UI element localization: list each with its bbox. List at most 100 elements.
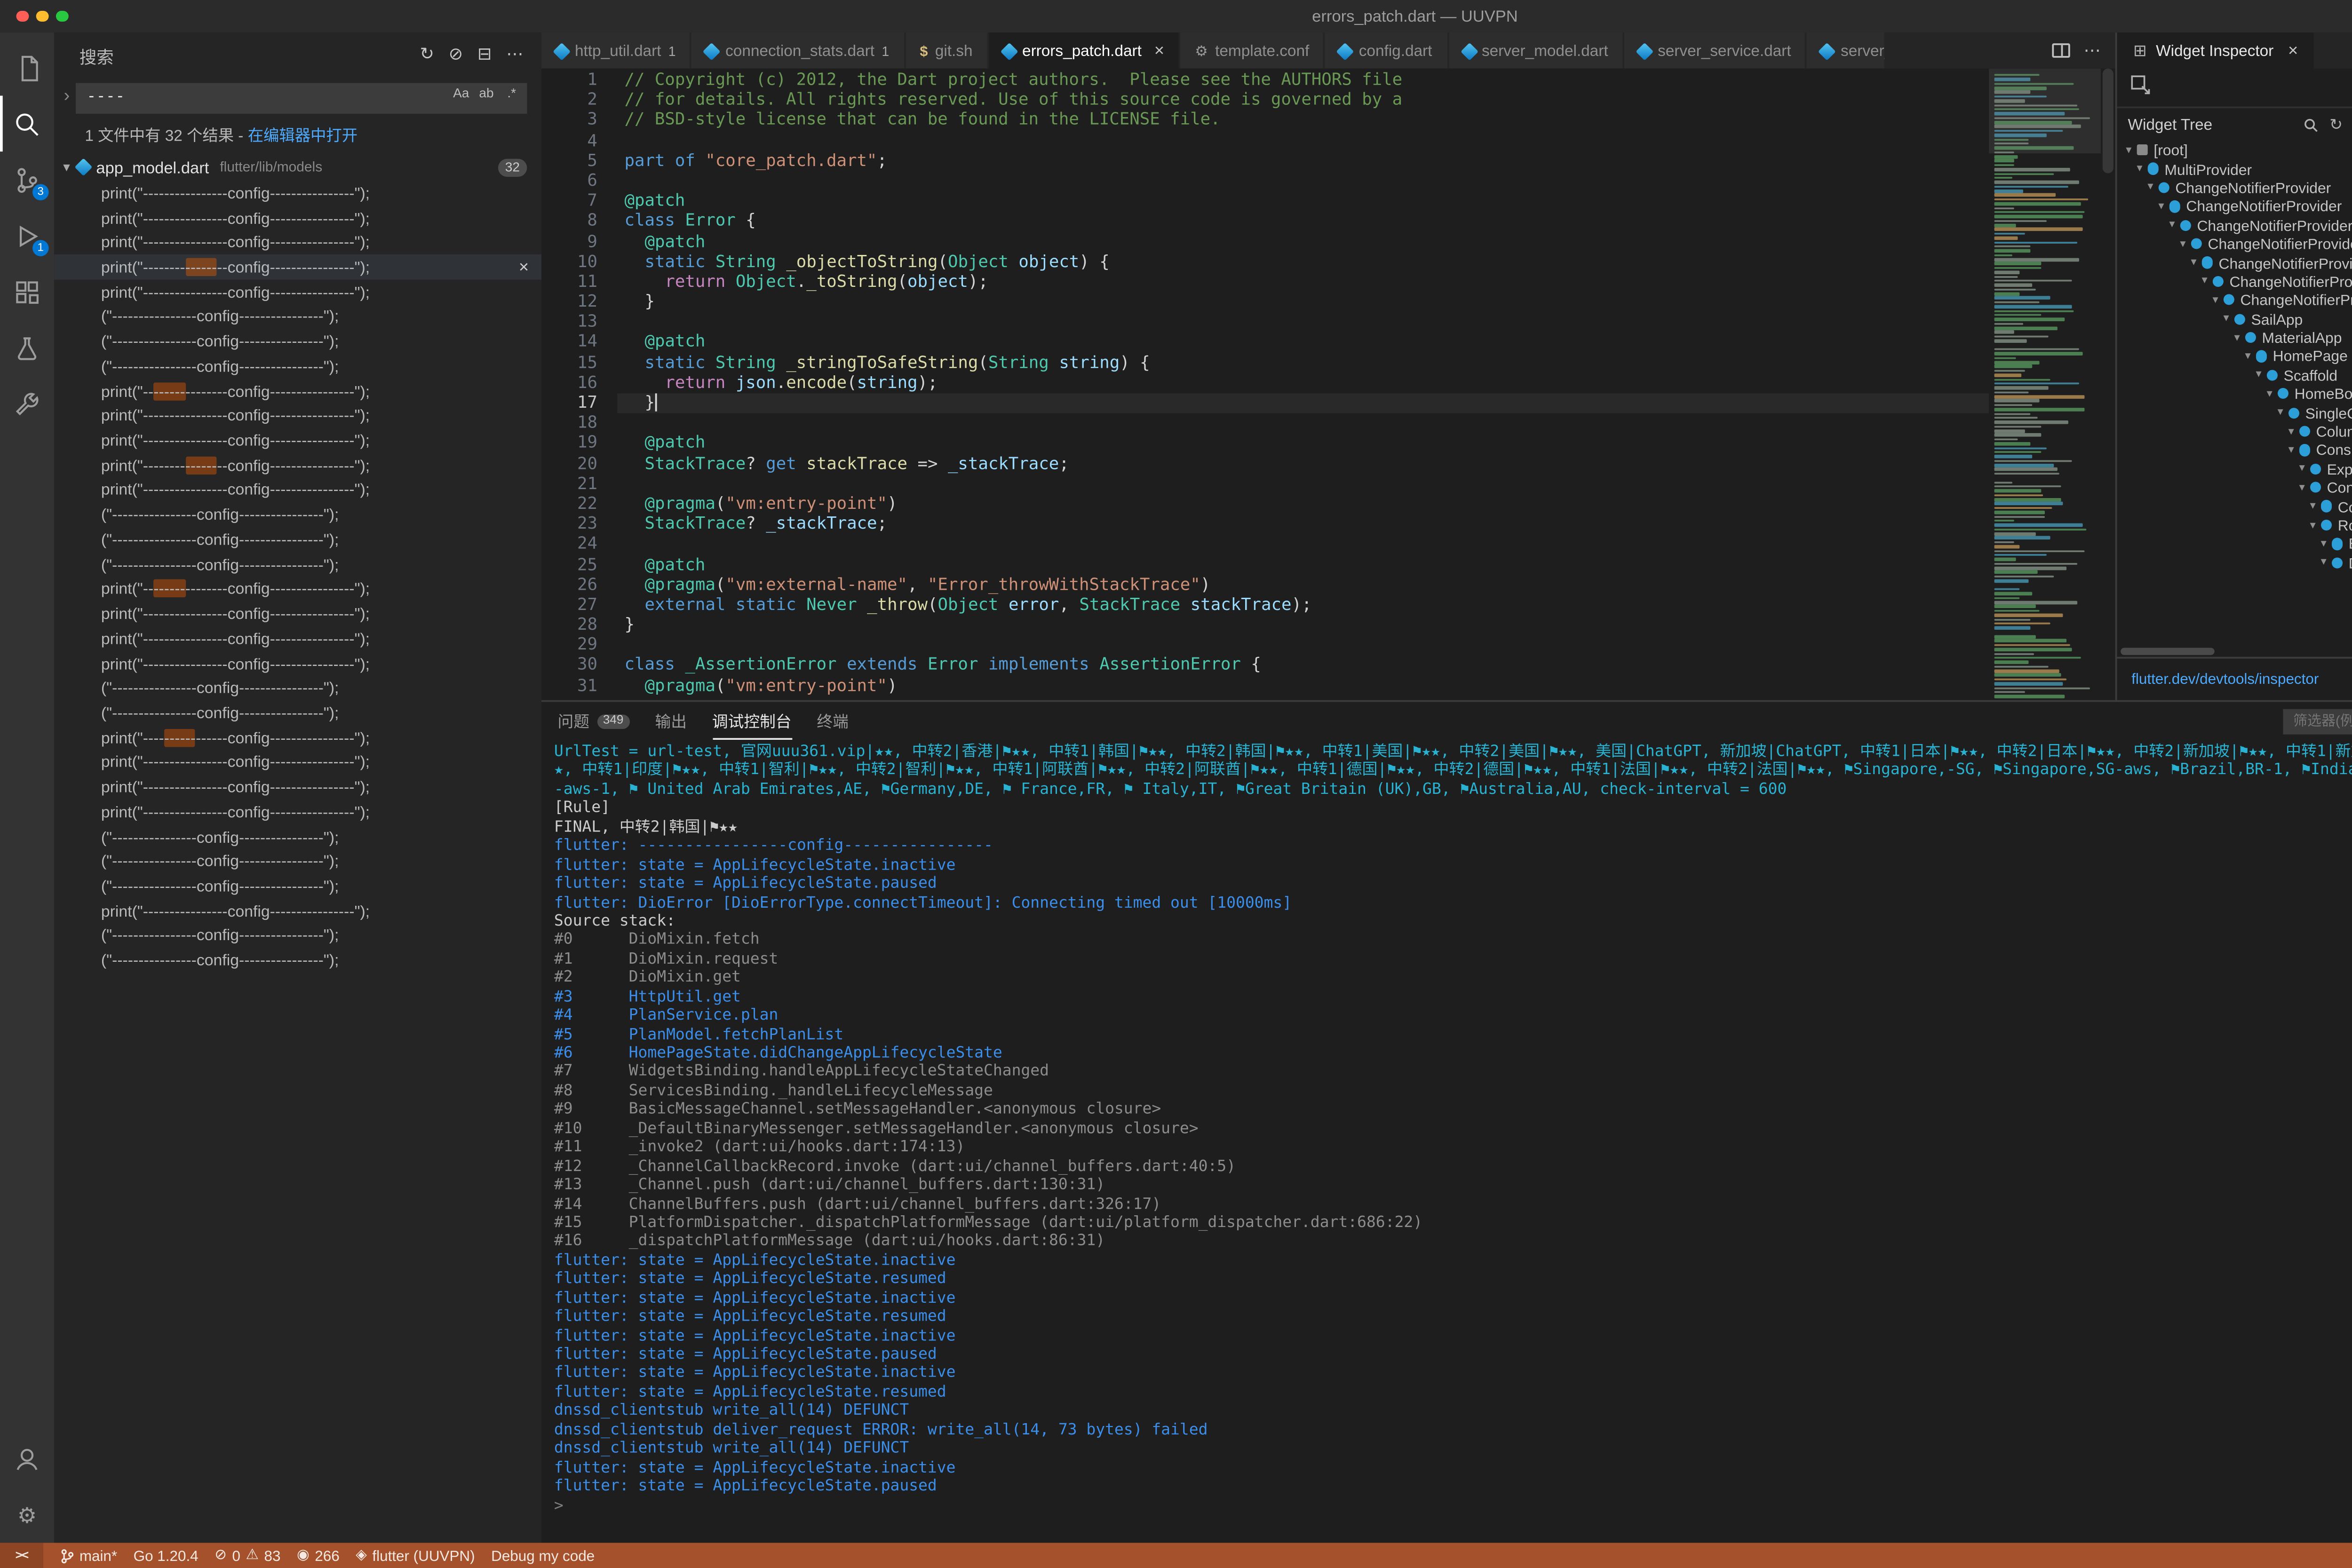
code-line[interactable] [617, 635, 1989, 656]
search-result-row[interactable]: ("----------------config----------------… [54, 849, 541, 874]
widget-tree-node-consumer[interactable]: ▾Consumer [2117, 441, 2352, 459]
search-result-row[interactable]: print("----------------config-----------… [54, 403, 541, 428]
tree-search-icon[interactable] [2303, 116, 2319, 133]
widget-tree-node-expanded[interactable]: ▾Expanded [2117, 459, 2352, 478]
expand-caret-icon[interactable]: ▾ [2263, 388, 2276, 400]
code-line[interactable]: StackTrace? _stackTrace; [617, 515, 1989, 535]
code-line[interactable]: // for details. All rights reserved. Use… [617, 91, 1989, 111]
tab-close-icon[interactable]: × [2288, 40, 2298, 60]
widget-tree-node-sailapp[interactable]: ▾SailApp [2117, 309, 2352, 328]
code-line[interactable] [617, 474, 1989, 494]
expand-caret-icon[interactable]: ▾ [2317, 556, 2330, 569]
code-line[interactable]: class Error { [617, 212, 1989, 232]
search-result-row[interactable]: print("----------------config-----------… [54, 601, 541, 626]
search-result-row[interactable]: print("----------------config-----------… [54, 651, 541, 676]
widget-tree-node-changenotifierprovider[interactable]: ▾ChangeNotifierProvider [2117, 291, 2352, 309]
widget-tree-node-column[interactable]: ▾Column [2117, 497, 2352, 516]
console-filter-input[interactable] [2282, 708, 2352, 734]
expand-caret-icon[interactable]: ▾ [2144, 181, 2157, 194]
collapse-all-icon[interactable]: ⊟ [477, 47, 492, 63]
code-line[interactable]: @pragma("vm:entry-point") [617, 494, 1989, 515]
search-result-row[interactable]: print("----------------config-----------… [54, 626, 541, 651]
expand-caret-icon[interactable]: ▾ [2306, 519, 2319, 531]
search-result-row[interactable]: print("----------------config-----------… [54, 800, 541, 824]
expand-caret-icon[interactable]: ▾ [2220, 313, 2233, 325]
search-result-row[interactable]: print("----------------config-----------… [54, 255, 541, 280]
search-result-row[interactable]: print("----------------config-----------… [54, 577, 541, 602]
expand-caret-icon[interactable]: ▾ [2166, 219, 2178, 231]
code-line[interactable]: // BSD-style license that can be found i… [617, 111, 1989, 131]
code-line[interactable]: @pragma("vm:entry-point") [617, 676, 1989, 696]
code-line[interactable] [617, 171, 1989, 191]
code-line[interactable]: @patch [617, 191, 1989, 212]
sidebar-item-explorer[interactable] [0, 40, 54, 95]
panel-tab-终端[interactable]: 终端 [817, 702, 849, 740]
search-result-row[interactable]: ("----------------config----------------… [54, 948, 541, 973]
code-line[interactable]: return Object._toString(object); [617, 272, 1989, 293]
widget-tree-node-changenotifierprovider[interactable]: ▾ChangeNotifierProvider [2117, 253, 2352, 272]
code-line[interactable]: } [617, 616, 1989, 636]
search-result-row[interactable]: ("----------------config----------------… [54, 354, 541, 379]
scrollbar-thumb[interactable] [2103, 69, 2114, 174]
expand-caret-icon[interactable]: ▾ [2285, 444, 2297, 457]
account-button[interactable] [0, 1431, 54, 1487]
titlebar[interactable]: errors_patch.dart — UUVPN [0, 0, 2352, 32]
console-prompt[interactable]: > [554, 1497, 2352, 1516]
widget-tree-node-container[interactable]: ▾Container [2117, 478, 2352, 497]
expand-caret-icon[interactable]: ▾ [2317, 538, 2330, 550]
dismiss-result-icon[interactable]: × [519, 257, 529, 277]
editor-tab-errors-patch-dart[interactable]: errors_patch.dart× [989, 32, 1181, 69]
expand-caret-icon[interactable]: ▾ [2155, 200, 2168, 213]
editor-tab-connection-stats-dart[interactable]: connection_stats.dart1 [692, 32, 906, 69]
minimap-slider[interactable] [1989, 69, 2101, 153]
code-line[interactable]: @patch [617, 232, 1989, 252]
widget-tree-node-divider[interactable]: ▾Divider [2117, 553, 2352, 572]
go-version-status-item[interactable]: Go 1.20.4 [134, 1547, 199, 1564]
expand-caret-icon[interactable]: ▾ [2198, 275, 2211, 288]
search-result-row[interactable]: ("----------------config----------------… [54, 502, 541, 527]
sidebar-item-testing[interactable] [0, 319, 54, 375]
panel-tab-输出[interactable]: 输出 [655, 702, 687, 740]
debug-console[interactable]: UrlTest = url-test, 官网uuu361.vip|★★, 中转2… [541, 740, 2352, 1543]
code-line[interactable]: @patch [617, 434, 1989, 454]
widget-tree-node-changenotifierprovider[interactable]: ▾ChangeNotifierProvider [2117, 272, 2352, 291]
search-result-row[interactable]: ("----------------config----------------… [54, 824, 541, 849]
expand-caret-icon[interactable]: ▾ [2177, 238, 2189, 250]
sidebar-item-source-control[interactable]: 3 [0, 151, 54, 207]
search-result-row[interactable]: print("----------------config-----------… [54, 453, 541, 478]
zoom-window-button[interactable] [56, 10, 68, 22]
widget-tree-node-changenotifierprovider[interactable]: ▾ChangeNotifierProvider [2117, 216, 2352, 235]
tab-close-icon[interactable]: × [1154, 40, 1164, 60]
code-editor[interactable]: 1234567891011121314151617181920212223242… [541, 69, 2115, 700]
panel-tab-问题[interactable]: 问题349 [558, 702, 630, 740]
branch-status-item[interactable]: main* [60, 1547, 118, 1564]
search-result-row[interactable]: ("----------------config----------------… [54, 700, 541, 725]
editor-tab-http-util-dart[interactable]: http_util.dart1 [541, 32, 692, 69]
hscrollbar-thumb[interactable] [2121, 648, 2215, 655]
search-result-row[interactable]: print("----------------config-----------… [54, 477, 541, 502]
launch-config-status-item[interactable]: Debug my code [491, 1547, 595, 1564]
settings-button[interactable]: ⚙ [0, 1487, 54, 1543]
widget-tree-node-changenotifierprovider[interactable]: ▾ChangeNotifierProvider [2117, 178, 2352, 197]
widget-tree-node-changenotifierprovider[interactable]: ▾ChangeNotifierProvider [2117, 197, 2352, 216]
more-actions-icon[interactable]: ⋯ [506, 47, 523, 63]
minimap[interactable] [1989, 69, 2101, 700]
widget-tree-node-homebody[interactable]: ▾HomeBody [2117, 385, 2352, 404]
search-result-row[interactable]: print("----------------config-----------… [54, 181, 541, 206]
expand-caret-icon[interactable]: ▾ [2306, 500, 2319, 513]
editor-content[interactable]: // Copyright (c) 2012, the Dart project … [617, 69, 1989, 700]
close-window-button[interactable] [16, 10, 28, 22]
code-line[interactable] [617, 413, 1989, 434]
sidebar-item-extensions[interactable] [0, 263, 54, 319]
tree-hscrollbar[interactable] [2117, 646, 2352, 657]
search-result-row[interactable]: print("----------------config-----------… [54, 898, 541, 923]
expand-caret-icon[interactable]: ▾ [2187, 256, 2200, 269]
widget-tree-node--root-[interactable]: ▾[root] [2117, 141, 2352, 159]
code-line[interactable]: } [617, 293, 1989, 313]
sidebar-item-tools[interactable] [0, 375, 54, 431]
minimize-window-button[interactable] [36, 10, 48, 22]
search-result-row[interactable]: ("----------------config----------------… [54, 552, 541, 577]
select-widget-mode-icon[interactable] [2130, 71, 2151, 104]
search-result-row[interactable]: ("----------------config----------------… [54, 329, 541, 354]
code-line[interactable]: return json.encode(string); [617, 373, 1989, 393]
